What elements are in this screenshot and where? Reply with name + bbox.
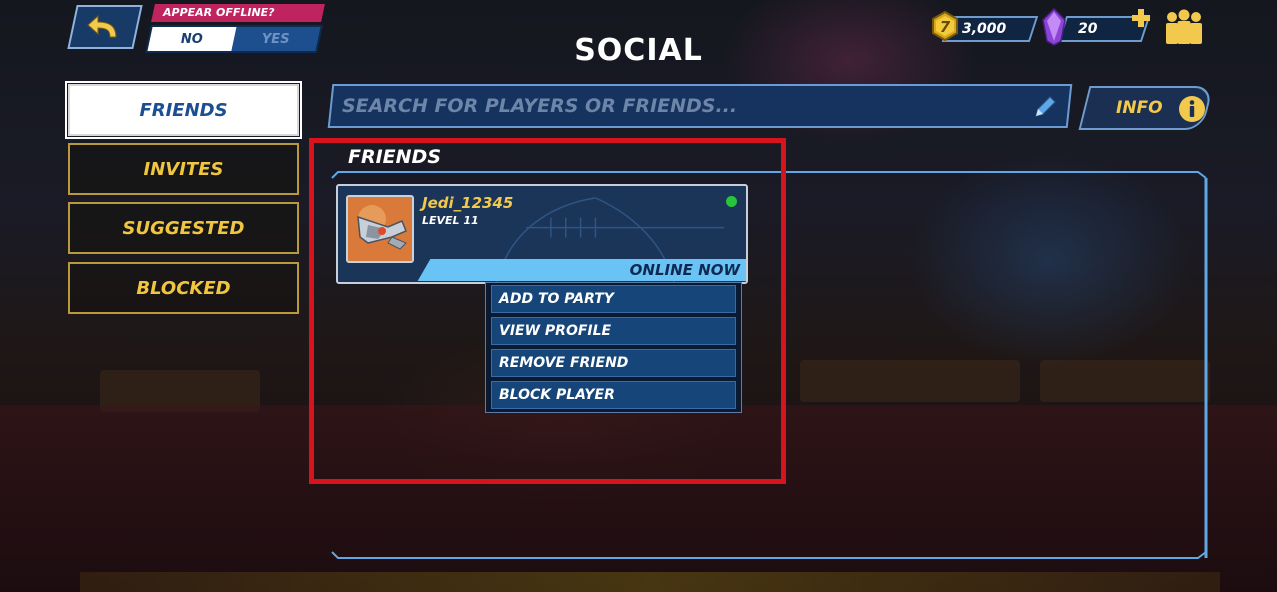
add-currency-icon[interactable] xyxy=(1131,8,1151,28)
background-stripe xyxy=(80,572,1220,592)
info-icon xyxy=(1179,96,1205,122)
coin-amount: 3,000 xyxy=(962,21,1007,37)
pencil-edit-icon[interactable] xyxy=(1032,94,1058,120)
tab-friends[interactable]: FRIENDS xyxy=(65,81,302,139)
tab-blocked-label: BLOCKED xyxy=(136,277,231,299)
tab-friends-label: FRIENDS xyxy=(139,99,228,121)
highlight-box xyxy=(309,138,786,484)
appear-offline-label: APPEAR OFFLINE? xyxy=(151,4,325,22)
crystal-gem-icon xyxy=(1042,8,1066,46)
svg-text:7: 7 xyxy=(940,18,951,36)
appear-offline-text: APPEAR OFFLINE? xyxy=(163,6,275,19)
tab-invites-label: INVITES xyxy=(143,158,224,180)
tab-invites[interactable]: INVITES xyxy=(68,143,299,195)
info-label: INFO xyxy=(1116,98,1163,118)
search-input[interactable]: SEARCH FOR PLAYERS OR FRIENDS... xyxy=(327,84,1073,128)
tab-suggested-label: SUGGESTED xyxy=(122,217,245,239)
tab-blocked[interactable]: BLOCKED xyxy=(68,262,299,314)
tab-suggested[interactable]: SUGGESTED xyxy=(68,202,299,254)
search-placeholder: SEARCH FOR PLAYERS OR FRIENDS... xyxy=(342,95,738,117)
party-icon[interactable] xyxy=(1163,8,1205,46)
coin-icon: 7 xyxy=(932,11,958,41)
